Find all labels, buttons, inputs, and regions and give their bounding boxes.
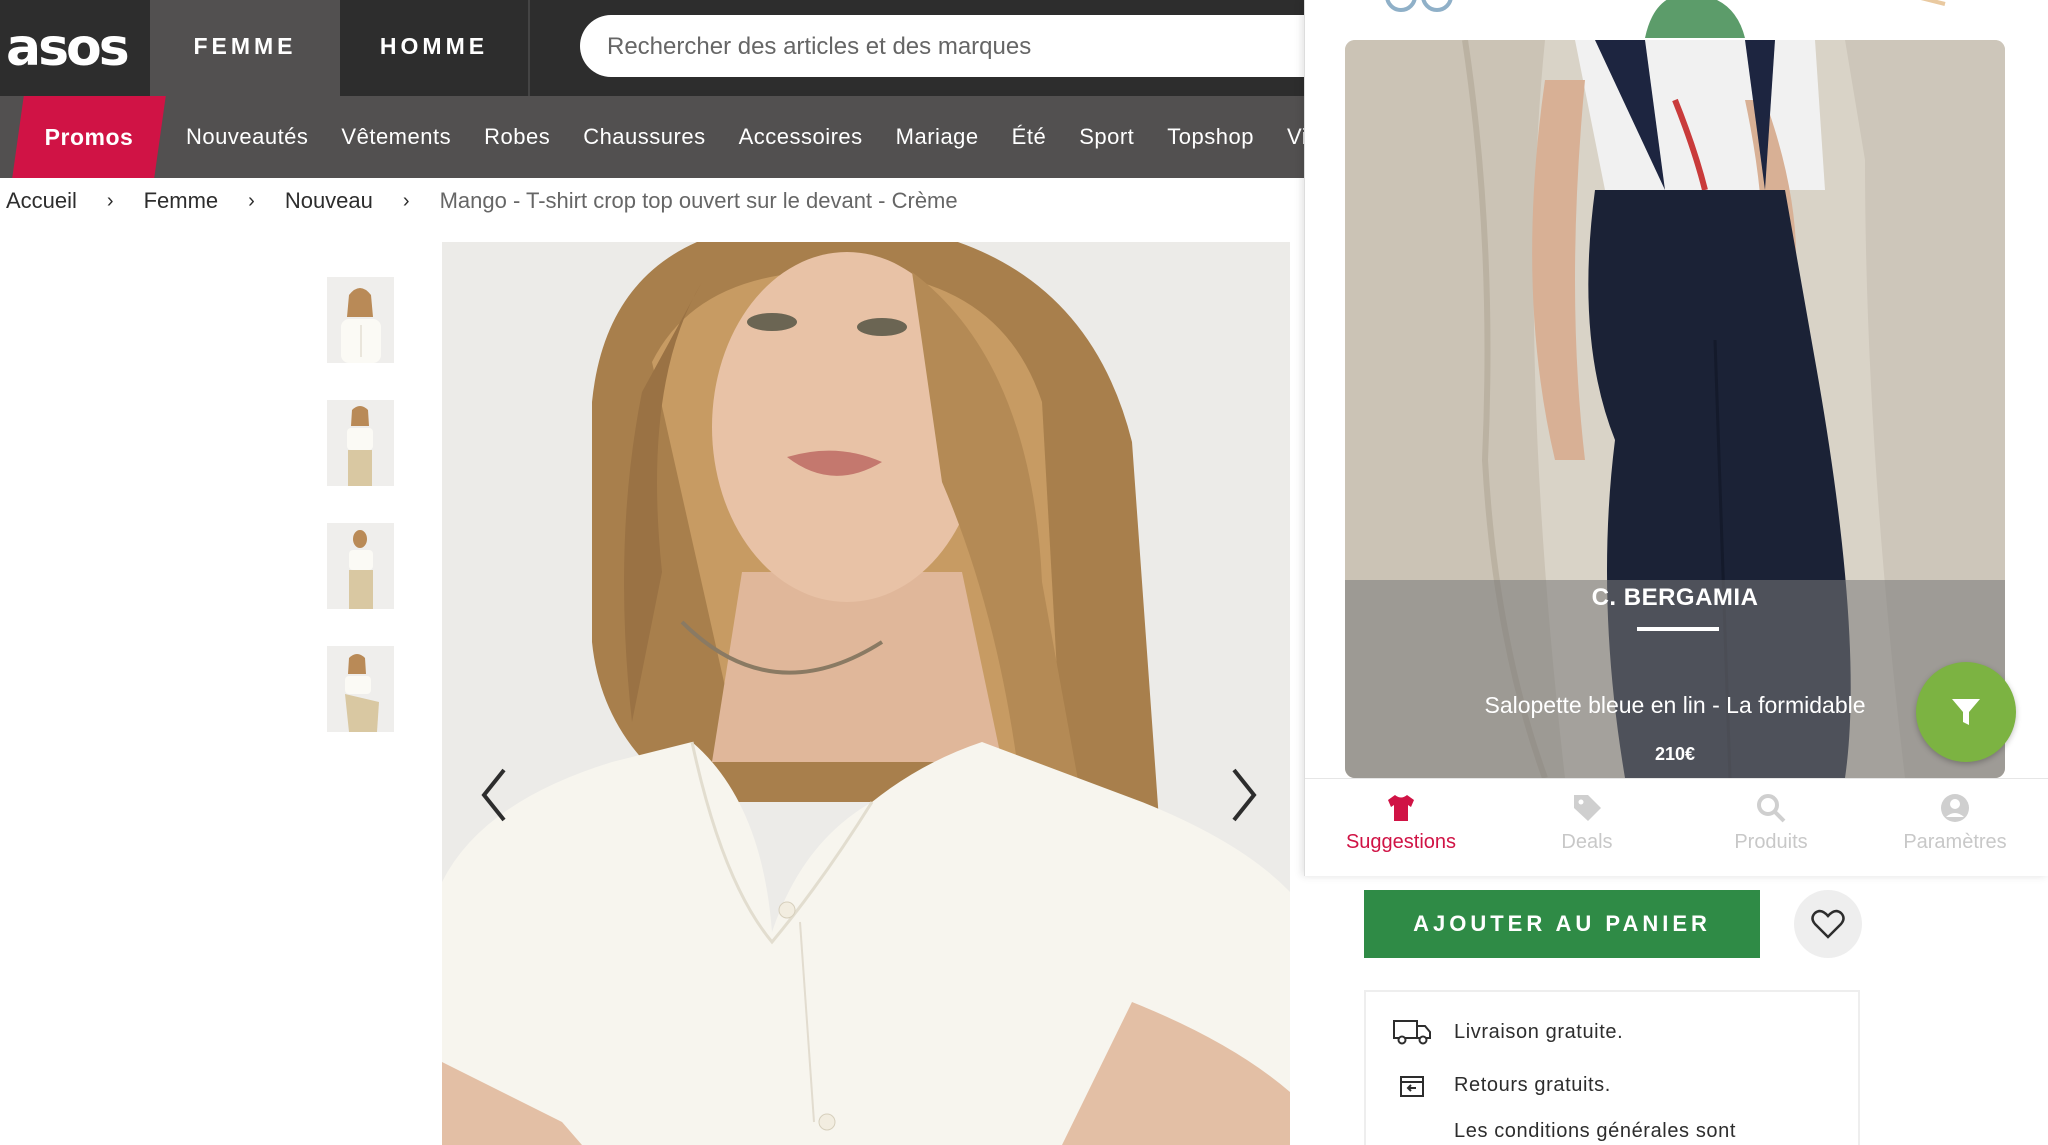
product-thumbnail-4[interactable] — [327, 646, 394, 732]
conditions-row: Les conditions générales sont — [1454, 1120, 1736, 1143]
asos-logo[interactable]: asos — [6, 18, 130, 78]
next-image-arrow[interactable] — [1218, 760, 1268, 830]
nav-promos[interactable]: Promos — [12, 96, 166, 178]
nav-item-ete[interactable]: Été — [1012, 96, 1047, 178]
tag-icon — [1574, 795, 1601, 821]
ext-tab-deals-label: Deals — [1561, 831, 1613, 853]
conditions-text: Les conditions générales sont — [1454, 1120, 1737, 1142]
nav-items: Nouveautés Vêtements Robes Chaussures Ac… — [186, 96, 1304, 178]
extension-tab-bar: Suggestions Deals Produits Paramètres — [1305, 778, 2048, 876]
ext-tab-produits[interactable]: Produits — [1691, 791, 1851, 854]
top-bar: asos FEMME HOMME Rechercher des articles… — [0, 0, 1340, 96]
truck-icon — [1392, 1016, 1432, 1048]
breadcrumb: Accueil › Femme › Nouveau › Mango - T-sh… — [6, 186, 958, 216]
delivery-free-row: Livraison gratuite. — [1392, 1016, 1623, 1048]
delivery-info-box: Livraison gratuite. Retours gratuits. Le… — [1364, 990, 1860, 1145]
heart-icon — [1811, 909, 1845, 939]
search-placeholder: Rechercher des articles et des marques — [607, 33, 1032, 60]
breadcrumb-separator: › — [106, 189, 114, 212]
product-thumbnail-3[interactable] — [327, 523, 394, 609]
page: asos FEMME HOMME Rechercher des articles… — [0, 0, 2048, 1145]
ext-tab-produits-label: Produits — [1734, 831, 1808, 853]
ext-tab-suggestions[interactable]: Suggestions — [1321, 791, 1481, 854]
nav-item-accessoires[interactable]: Accessoires — [739, 96, 863, 178]
nav-item-topshop[interactable]: Topshop — [1167, 96, 1254, 178]
add-to-cart-button[interactable]: AJOUTER AU PANIER — [1364, 890, 1760, 958]
returns-free-row: Retours gratuits. — [1392, 1069, 1611, 1101]
nav-item-chaussures[interactable]: Chaussures — [583, 96, 705, 178]
nav-item-mariage[interactable]: Mariage — [896, 96, 979, 178]
tab-homme[interactable]: HOMME — [340, 0, 530, 96]
nav-item-sport[interactable]: Sport — [1079, 96, 1134, 178]
suggestion-card[interactable] — [1345, 40, 2005, 778]
ext-tab-parametres-label: Paramètres — [1903, 831, 2007, 853]
tshirt-icon — [1388, 795, 1414, 821]
returns-free-text: Retours gratuits. — [1454, 1073, 1611, 1096]
breadcrumb-current: Mango - T-shirt crop top ouvert sur le d… — [439, 188, 958, 213]
filter-button[interactable] — [1916, 662, 2016, 762]
ext-tab-deals[interactable]: Deals — [1507, 791, 1667, 854]
decorative-banner — [1385, 0, 1946, 38]
tab-femme[interactable]: FEMME — [150, 0, 340, 96]
nav-item-nouveautes[interactable]: Nouveautés — [186, 96, 308, 178]
return-box-icon — [1392, 1069, 1432, 1101]
breadcrumb-separator: › — [248, 189, 255, 212]
breadcrumb-separator: › — [402, 189, 410, 212]
breadcrumb-accueil[interactable]: Accueil — [6, 188, 77, 214]
breadcrumb-femme[interactable]: Femme — [144, 188, 219, 214]
nav-item-vetements[interactable]: Vêtements — [341, 96, 451, 178]
category-nav: Promos Nouveautés Vêtements Robes Chauss… — [0, 96, 1304, 178]
suggestion-brand: C. BERGAMIA — [1591, 584, 1759, 611]
suggestion-price: 210€ — [1654, 744, 1696, 764]
previous-image-arrow[interactable] — [470, 760, 520, 830]
breadcrumb-nouveau[interactable]: Nouveau — [285, 188, 373, 214]
search-icon — [1757, 794, 1786, 823]
ext-tab-parametres[interactable]: Paramètres — [1875, 791, 2035, 854]
nav-item-visa[interactable]: Visa — [1287, 96, 1304, 178]
wishlist-button[interactable] — [1794, 890, 1862, 958]
product-thumbnail-2[interactable] — [327, 400, 394, 486]
nav-promos-label: Promos — [44, 124, 134, 150]
delivery-free-text: Livraison gratuite. — [1454, 1020, 1624, 1043]
user-circle-icon — [1941, 794, 1969, 822]
ext-tab-suggestions-label: Suggestions — [1345, 831, 1457, 853]
product-thumbnail-1[interactable] — [327, 277, 394, 363]
nav-item-robes[interactable]: Robes — [484, 96, 550, 178]
suggestion-product-name: Salopette bleue en lin - La formidable — [1484, 692, 1866, 718]
product-main-image — [442, 242, 1290, 1145]
brand-underline — [1637, 627, 1719, 631]
filter-icon — [1952, 699, 1980, 725]
search-input[interactable]: Rechercher des articles et des marques — [580, 15, 1340, 77]
